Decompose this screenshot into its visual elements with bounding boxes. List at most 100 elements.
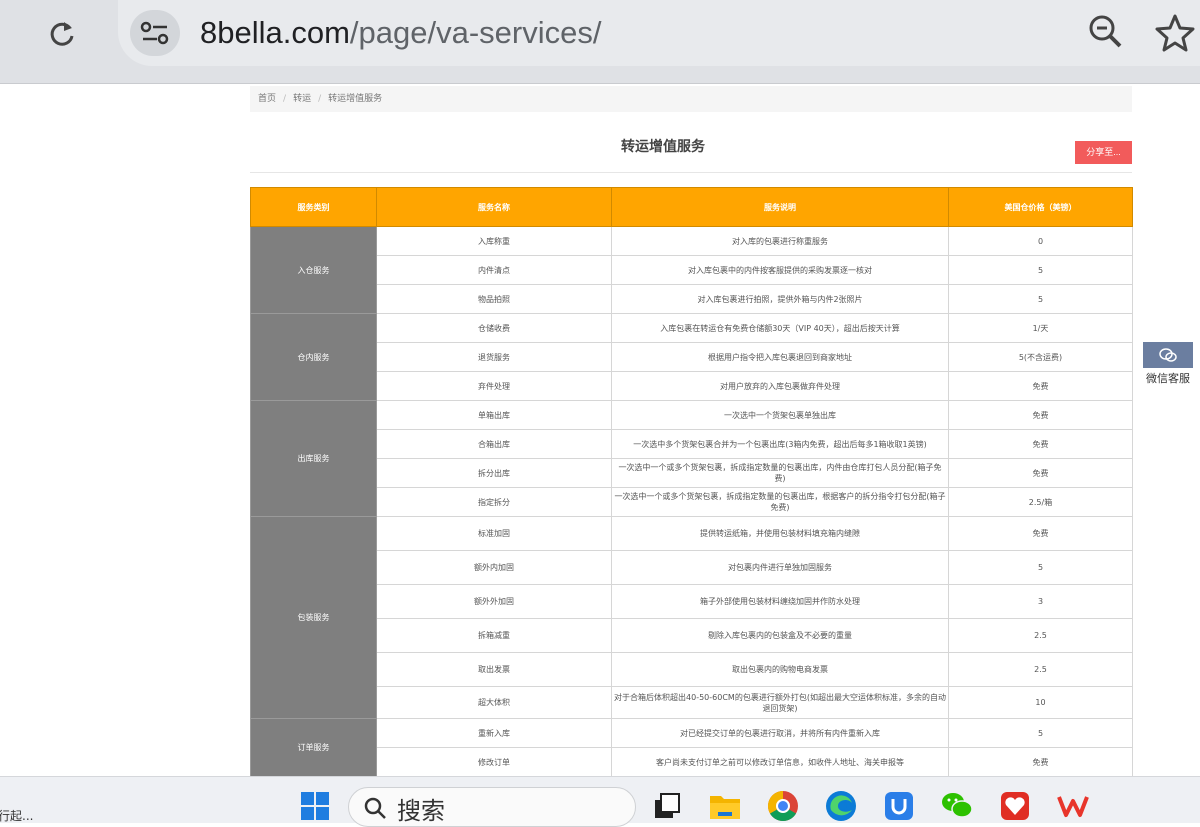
service-description-cell: 对入库的包裹进行称重服务 xyxy=(611,226,949,256)
star-icon xyxy=(1155,14,1195,52)
bookmark-button[interactable] xyxy=(1154,12,1196,54)
wechat-icon[interactable] xyxy=(940,789,974,823)
service-description-cell: 对用户放弃的入库包裹做弃件处理 xyxy=(611,371,949,401)
page-content: 首页 / 转运 / 转运增值服务 转运增值服务 分享至... 服务类别 服务名称 服务说… xyxy=(0,84,1200,776)
wechat-service-widget[interactable]: 微信客服 xyxy=(1143,342,1193,386)
service-name-cell: 拆分出库 xyxy=(376,458,612,488)
service-name-cell: 取出发票 xyxy=(376,652,612,687)
url-host: 8bella.com xyxy=(200,15,350,50)
table-row: 物品拍照 对入库包裹进行拍照，提供外箱与内件2张照片 5 xyxy=(251,284,1133,314)
table-row: 订单服务 重新入库 对已经提交订单的包裹进行取消，并将所有内件重新入库 5 xyxy=(250,718,1133,776)
site-settings-icon xyxy=(140,21,169,45)
share-button[interactable]: 分享至... xyxy=(1075,141,1132,164)
header-price: 美国仓价格（美镑） xyxy=(948,187,1133,227)
service-description-cell: 一次选中多个货架包裹合并为一个包裹出库(3箱内免费，超出后每多1箱收取1英镑) xyxy=(611,429,949,459)
service-price-cell: 免费 xyxy=(948,400,1133,430)
table-row: 额外外加固 箱子外部使用包装材料缠绕加固并作防水处理 3 xyxy=(251,584,1133,619)
wps-icon[interactable] xyxy=(1056,789,1090,823)
header-service-name: 服务名称 xyxy=(376,187,612,227)
service-name-cell: 额外内加固 xyxy=(376,550,612,585)
wechat-service-button[interactable] xyxy=(1143,342,1193,368)
chrome-icon[interactable] xyxy=(766,789,800,823)
service-description-cell: 对入库包裹进行拍照，提供外箱与内件2张照片 xyxy=(611,284,949,314)
service-price-cell: 免费 xyxy=(948,747,1133,776)
reload-button[interactable] xyxy=(40,14,84,54)
category-cell: 订单服务 xyxy=(250,718,377,776)
task-view-icon[interactable] xyxy=(650,789,684,823)
service-name-cell: 重新入库 xyxy=(376,718,612,748)
reload-icon xyxy=(50,22,74,46)
shield-app-icon[interactable] xyxy=(882,789,916,823)
service-name-cell: 拆箱减重 xyxy=(376,618,612,653)
table-row: 拆箱减重 剔除入库包裹内的包装盒及不必要的重量 2.5 xyxy=(251,618,1133,653)
service-description-cell: 取出包裹内的购物电商发票 xyxy=(611,652,949,687)
taskbar: 行起... 搜索 xyxy=(0,776,1200,827)
url-path: /page/va-services/ xyxy=(349,15,602,50)
table-row: 弃件处理 对用户放弃的入库包裹做弃件处理 免费 xyxy=(251,371,1133,401)
service-price-cell: 免费 xyxy=(948,429,1133,459)
title-divider xyxy=(250,172,1132,173)
table-row: 取出发票 取出包裹内的购物电商发票 2.5 xyxy=(251,652,1133,687)
table-row: 入仓服务 入库称重 对入库的包裹进行称重服务 0 xyxy=(250,226,1133,314)
breadcrumb-separator: / xyxy=(318,94,322,104)
page-title: 转运增值服务 xyxy=(621,139,705,155)
service-description-cell: 入库包裹在转运仓有免费仓储额30天（VIP 40天），超出后按天计算 xyxy=(611,313,949,343)
service-price-cell: 10 xyxy=(948,686,1133,719)
service-name-cell: 指定拆分 xyxy=(376,487,612,517)
taskbar-search-label: 搜索 xyxy=(397,797,445,825)
table-row: 退货服务 根据用户指令把入库包裹退回到商家地址 5(不含运费) xyxy=(251,342,1133,372)
breadcrumb: 首页 / 转运 / 转运增值服务 xyxy=(250,86,1132,112)
category-cell: 出库服务 xyxy=(250,400,377,517)
service-name-cell: 超大体积 xyxy=(376,686,612,719)
service-name-cell: 单箱出库 xyxy=(376,400,612,430)
heart-app-icon[interactable] xyxy=(998,789,1032,823)
service-description-cell: 箱子外部使用包装材料缠绕加固并作防水处理 xyxy=(611,584,949,619)
service-price-cell: 2.5 xyxy=(948,618,1133,653)
table-row: 合箱出库 一次选中多个货架包裹合并为一个包裹出库(3箱内免费，超出后每多1箱收取1… xyxy=(251,429,1133,459)
table-body: 入仓服务 入库称重 对入库的包裹进行称重服务 0 内件清点 对入库包裹中的内件按客服提供的… xyxy=(250,226,1133,776)
service-description-cell: 提供转运纸箱，并使用包装材料填充箱内缝隙 xyxy=(611,516,949,551)
table-row: 包装服务 标准加固 提供转运纸箱，并使用包装材料填充箱内缝隙 免费 xyxy=(250,516,1133,719)
zoom-icon xyxy=(1089,15,1122,48)
table-row: 指定拆分 一次选中一个或多个货架包裹，拆成指定数量的包裹出库，根据客户的拆分指令打… xyxy=(251,487,1133,517)
service-name-cell: 退货服务 xyxy=(376,342,612,372)
zoom-button[interactable] xyxy=(1086,12,1126,52)
category-cell: 包装服务 xyxy=(250,516,377,719)
chat-bubble-icon xyxy=(1159,348,1177,362)
service-price-cell: 2.5/箱 xyxy=(948,487,1133,517)
table-row: 出库服务 单箱出库 一次选中一个货架包裹单独出库 免费 xyxy=(250,400,1133,517)
service-price-cell: 2.5 xyxy=(948,652,1133,687)
service-name-cell: 仓储收费 xyxy=(376,313,612,343)
service-name-cell: 额外外加固 xyxy=(376,584,612,619)
table-row: 修改订单 客户尚未支付订单之前可以修改订单信息，如收件人地址、海关申报等 免费 xyxy=(251,747,1133,776)
windows-start-icon[interactable] xyxy=(298,789,332,823)
site-info-button[interactable] xyxy=(130,10,180,56)
service-price-cell: 免费 xyxy=(948,371,1133,401)
service-price-cell: 3 xyxy=(948,584,1133,619)
service-price-cell: 免费 xyxy=(948,458,1133,488)
service-description-cell: 剔除入库包裹内的包装盒及不必要的重量 xyxy=(611,618,949,653)
service-name-cell: 标准加固 xyxy=(376,516,612,551)
wechat-service-label: 微信客服 xyxy=(1146,372,1190,385)
browser-toolbar: 8bella.com/page/va-services/ xyxy=(0,0,1200,84)
table-row: 内件清点 对入库包裹中的内件按客服提供的采购发票逐一核对 5 xyxy=(251,255,1133,285)
service-price-cell: 5 xyxy=(948,718,1133,748)
service-description-cell: 一次选中一个或多个货架包裹，拆成指定数量的包裹出库，根据客户的拆分指令打包分配(… xyxy=(611,487,949,517)
header-description: 服务说明 xyxy=(611,187,949,227)
table-row: 超大体积 对于合箱后体积超出40-50-60CM的包裹进行额外打包(如超出最大空运… xyxy=(251,686,1133,719)
edge-icon[interactable] xyxy=(824,789,858,823)
services-table: 服务类别 服务名称 服务说明 美国仓价格（美镑） 入仓服务 入库称重 对入库的包裹进… xyxy=(250,187,1133,776)
breadcrumb-home[interactable]: 首页 xyxy=(258,94,276,104)
service-price-cell: 5 xyxy=(948,284,1133,314)
breadcrumb-transfer[interactable]: 转运 xyxy=(293,94,311,104)
taskbar-search[interactable]: 搜索 xyxy=(348,787,636,827)
service-name-cell: 弃件处理 xyxy=(376,371,612,401)
header-category: 服务类别 xyxy=(250,187,377,227)
url-text[interactable]: 8bella.com/page/va-services/ xyxy=(200,10,601,56)
table-row: 仓内服务 仓储收费 入库包裹在转运仓有免费仓储额30天（VIP 40天），超出后按天… xyxy=(250,313,1133,401)
service-description-cell: 对于合箱后体积超出40-50-60CM的包裹进行额外打包(如超出最大空运体积标准… xyxy=(611,686,949,719)
service-description-cell: 对入库包裹中的内件按客服提供的采购发票逐一核对 xyxy=(611,255,949,285)
breadcrumb-separator: / xyxy=(283,94,287,104)
file-explorer-icon[interactable] xyxy=(708,789,742,823)
service-name-cell: 修改订单 xyxy=(376,747,612,776)
